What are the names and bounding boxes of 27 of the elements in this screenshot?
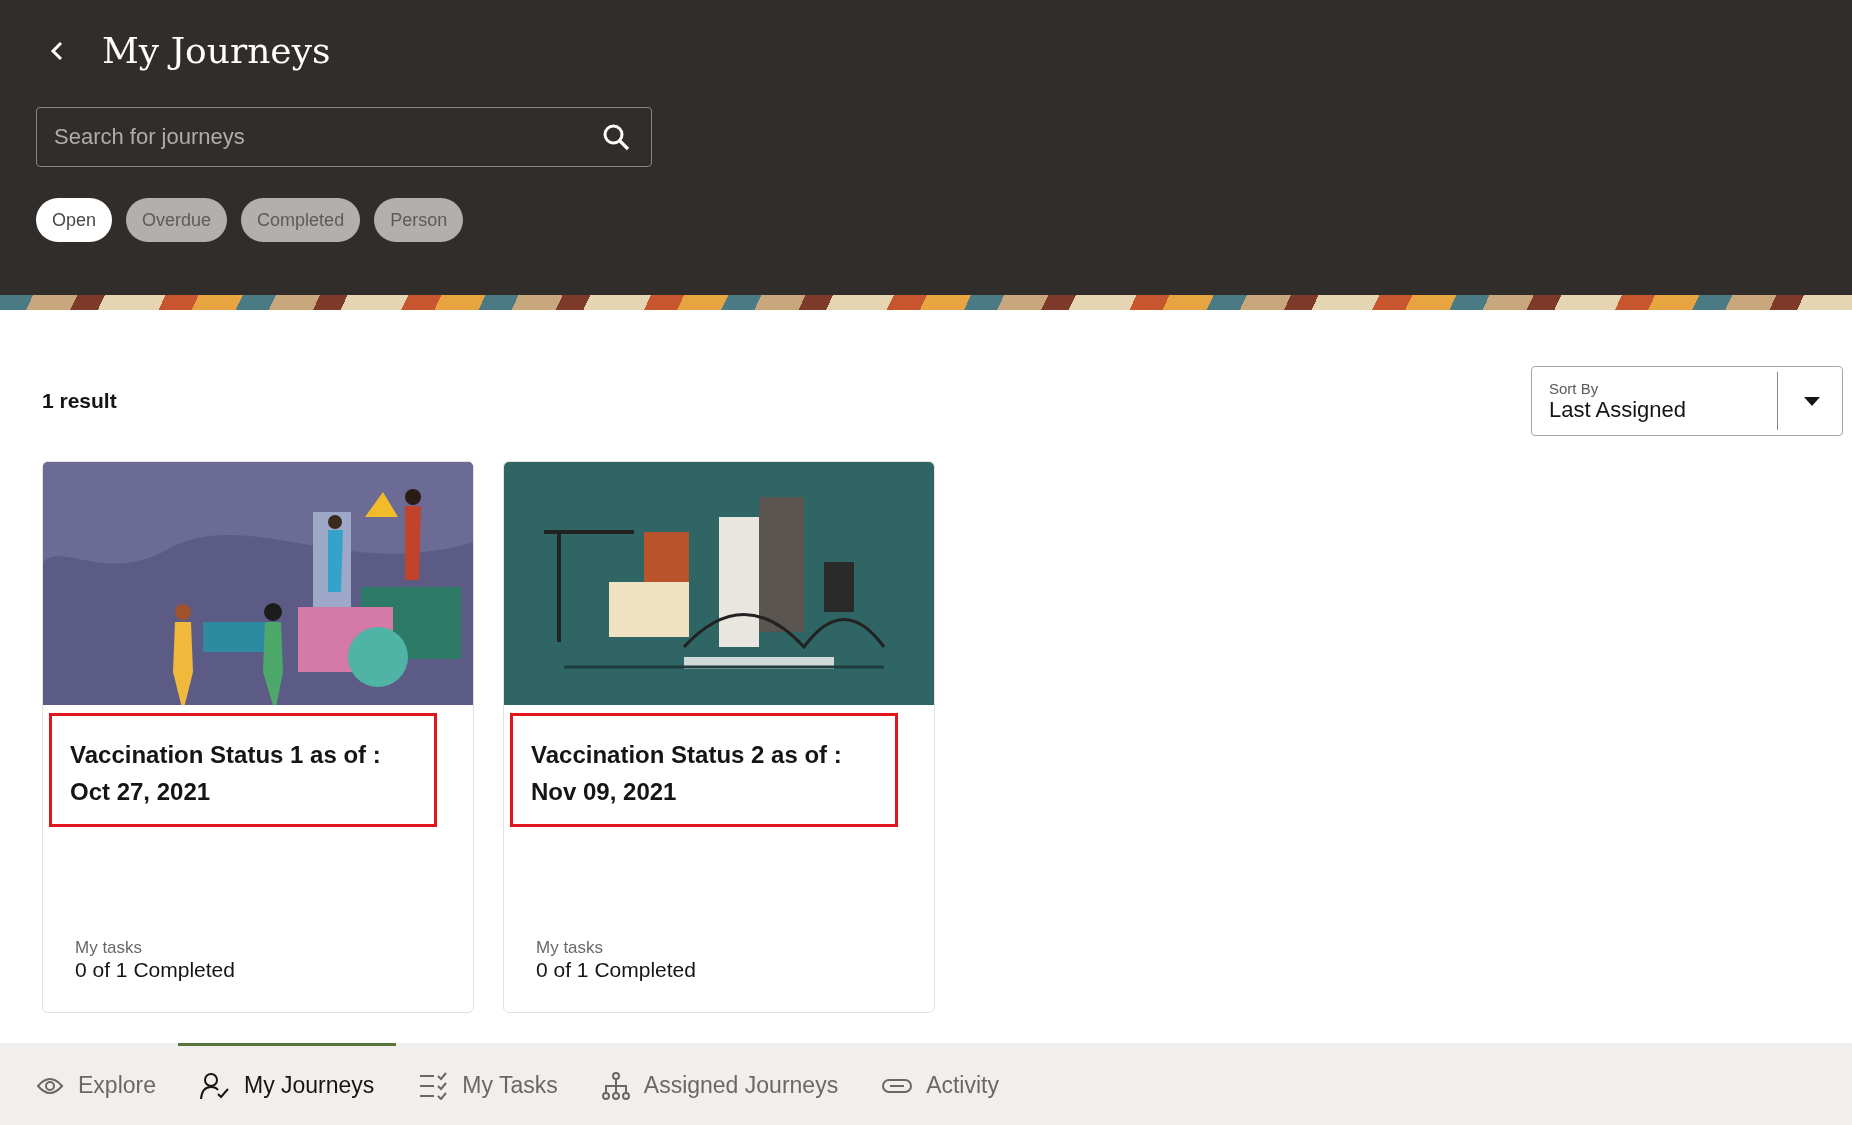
sort-dropdown[interactable]: Sort By Last Assigned (1531, 366, 1843, 436)
tasks-label: My tasks (536, 938, 605, 958)
person-check-icon (200, 1071, 230, 1100)
nav-tab[interactable]: Activity (860, 1043, 1021, 1125)
nav-tab[interactable]: My Tasks (396, 1043, 580, 1125)
nav-tab[interactable]: Explore (14, 1043, 178, 1125)
journey-title[interactable]: Vaccination Status 2 as of : Nov 09, 2021 (510, 713, 898, 827)
search-field[interactable]: Search for journeys (36, 107, 652, 167)
tasks-value: 0 of 1 Completed (75, 958, 236, 982)
tasks-value: 0 of 1 Completed (536, 958, 697, 982)
caret-icon (1804, 396, 1820, 406)
journey-card[interactable]: Vaccination Status 1 as of : Oct 27, 2021 My tasks 0 of 1 Completed (42, 461, 474, 1013)
eye-icon (36, 1075, 64, 1096)
link-icon (882, 1078, 913, 1093)
result-count: 1 result (42, 389, 117, 413)
journey-title[interactable]: Vaccination Status 1 as of : Oct 27, 2021 (49, 713, 437, 827)
journey-card[interactable]: Vaccination Status 2 as of : Nov 09, 2021 My tasks 0 of 1 Completed (503, 461, 935, 1013)
filter-chip[interactable]: Open (36, 198, 113, 242)
sort-value: Last Assigned (1549, 396, 1687, 423)
nav-tab[interactable]: My Journeys (178, 1043, 397, 1125)
search-icon[interactable] (602, 123, 630, 151)
sort-label: Sort By (1549, 379, 1600, 397)
checklist-icon (418, 1071, 449, 1100)
tasks-label: My tasks (75, 938, 144, 958)
nav-tab[interactable]: Assigned Journeys (579, 1043, 861, 1125)
page-title: My Journeys (102, 29, 331, 71)
hierarchy-icon (601, 1071, 630, 1100)
